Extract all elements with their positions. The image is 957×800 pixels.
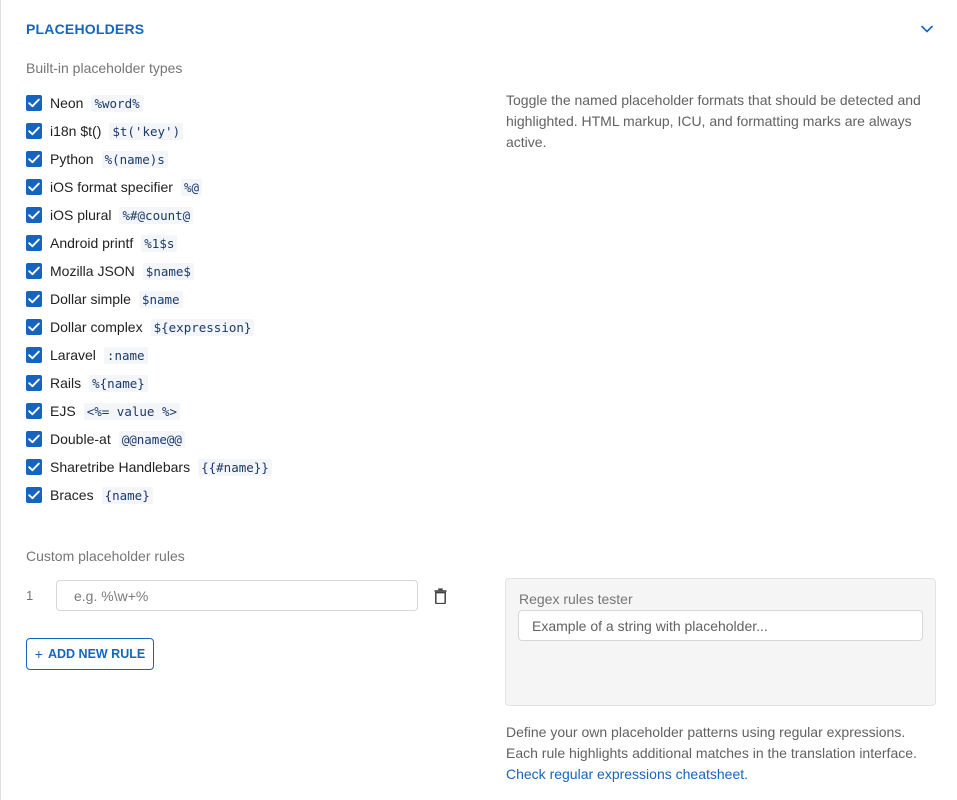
placeholder-type-label: Laravel <box>50 347 96 363</box>
rule-index: 1 <box>26 588 34 603</box>
checkmark-icon <box>28 462 40 472</box>
checkmark-icon <box>28 322 40 332</box>
checkmark-icon <box>28 154 40 164</box>
placeholder-type-label: Neon <box>50 95 84 111</box>
placeholder-type-label: Mozilla JSON <box>50 263 135 279</box>
placeholder-type-checkbox[interactable] <box>26 487 42 503</box>
placeholder-type-row[interactable]: EJS <%= value %> <box>26 397 272 425</box>
placeholder-type-example: $t('key') <box>109 122 184 140</box>
custom-help-line-1: Define your own placeholder patterns usi… <box>506 724 906 740</box>
checkmark-icon <box>28 294 40 304</box>
custom-help-line-2: Each rule highlights additional matches … <box>506 745 917 761</box>
placeholder-type-example: %1$s <box>141 234 178 252</box>
placeholder-type-example: @@name@@ <box>118 430 185 448</box>
regex-tester-label: Regex rules tester <box>519 591 633 607</box>
checkmark-icon <box>28 378 40 388</box>
placeholders-settings-panel: PLACEHOLDERS Built-in placeholder types … <box>0 0 957 800</box>
placeholder-type-checkbox[interactable] <box>26 179 42 195</box>
add-new-rule-label: ADD NEW RULE <box>47 647 146 661</box>
placeholder-type-example: %(name)s <box>101 150 168 168</box>
placeholder-type-checkbox[interactable] <box>26 207 42 223</box>
placeholder-type-example: %word% <box>91 94 143 112</box>
placeholder-type-example: {{#name}} <box>198 458 272 476</box>
checkmark-icon <box>28 210 40 220</box>
placeholder-type-row[interactable]: Neon %word% <box>26 89 272 117</box>
placeholder-type-label: Rails <box>50 375 82 391</box>
placeholder-type-example: %#@count@ <box>119 206 194 224</box>
placeholder-type-example: ${expression} <box>150 318 255 336</box>
placeholder-type-label: Braces <box>50 487 94 503</box>
placeholder-type-label: i18n $t() <box>50 123 102 139</box>
regex-tester-input[interactable] <box>518 610 923 641</box>
placeholder-type-label: Android printf <box>50 235 134 251</box>
checkmark-icon <box>28 490 40 500</box>
placeholder-type-example: {name} <box>101 486 153 504</box>
checkmark-icon <box>28 434 40 444</box>
custom-rules-heading: Custom placeholder rules <box>26 548 185 564</box>
placeholder-type-checkbox[interactable] <box>26 347 42 363</box>
placeholder-type-row[interactable]: i18n $t() $t('key') <box>26 117 272 145</box>
placeholder-type-row[interactable]: Laravel :name <box>26 341 272 369</box>
checkmark-icon <box>28 98 40 108</box>
placeholder-type-row[interactable]: Mozilla JSON $name$ <box>26 257 272 285</box>
placeholder-type-row[interactable]: iOS format specifier %@ <box>26 173 272 201</box>
placeholder-type-example: <%= value %> <box>83 402 180 420</box>
placeholder-type-row[interactable]: Double-at @@name@@ <box>26 425 272 453</box>
placeholder-type-row[interactable]: Dollar simple $name <box>26 285 272 313</box>
placeholder-type-example: :name <box>103 346 148 364</box>
placeholder-type-checkbox[interactable] <box>26 263 42 279</box>
checkmark-icon <box>28 182 40 192</box>
placeholder-type-example: $name <box>138 290 183 308</box>
placeholder-type-example: %{name} <box>89 374 148 392</box>
placeholder-type-row[interactable]: Dollar complex ${expression} <box>26 313 272 341</box>
placeholder-type-checkbox[interactable] <box>26 291 42 307</box>
builtin-types-description: Toggle the named placeholder formats tha… <box>506 92 921 150</box>
placeholder-type-row[interactable]: Sharetribe Handlebars {{#name}} <box>26 453 272 481</box>
placeholder-type-label: iOS format specifier <box>50 179 173 195</box>
section-title: PLACEHOLDERS <box>26 21 145 37</box>
placeholder-type-label: EJS <box>50 403 76 419</box>
regex-rules-tester: Regex rules tester <box>505 578 936 706</box>
checkmark-icon <box>28 238 40 248</box>
placeholder-type-label: iOS plural <box>50 207 112 223</box>
placeholder-type-checkbox[interactable] <box>26 95 42 111</box>
placeholder-type-row[interactable]: Rails %{name} <box>26 369 272 397</box>
custom-rules-description: Define your own placeholder patterns usi… <box>506 722 936 785</box>
placeholder-type-checkbox[interactable] <box>26 431 42 447</box>
placeholder-type-row[interactable]: Braces {name} <box>26 481 272 509</box>
placeholder-type-label: Dollar complex <box>50 319 143 335</box>
placeholder-type-checkbox[interactable] <box>26 459 42 475</box>
placeholder-type-row[interactable]: Android printf %1$s <box>26 229 272 257</box>
placeholder-type-label: Sharetribe Handlebars <box>50 459 191 475</box>
custom-rule-row: 1 <box>26 580 448 611</box>
add-new-rule-button[interactable]: + ADD NEW RULE <box>26 638 154 670</box>
checkmark-icon <box>28 406 40 416</box>
checkmark-icon <box>28 126 40 136</box>
trash-icon[interactable] <box>432 587 448 605</box>
rule-pattern-input[interactable] <box>56 580 418 611</box>
placeholder-type-checkbox[interactable] <box>26 403 42 419</box>
placeholder-type-example: %@ <box>180 178 202 196</box>
checkmark-icon <box>28 266 40 276</box>
regex-cheatsheet-link[interactable]: Check regular expressions cheatsheet. <box>506 766 748 782</box>
builtin-types-list: Neon %word% i18n $t() $t('key') Python %(name… <box>26 89 272 509</box>
placeholder-type-row[interactable]: iOS plural %#@count@ <box>26 201 272 229</box>
placeholder-type-checkbox[interactable] <box>26 235 42 251</box>
placeholder-type-checkbox[interactable] <box>26 151 42 167</box>
placeholder-type-label: Dollar simple <box>50 291 131 307</box>
builtin-types-heading: Built-in placeholder types <box>26 60 183 76</box>
chevron-up-icon[interactable] <box>918 20 936 38</box>
placeholder-type-row[interactable]: Python %(name)s <box>26 145 272 173</box>
placeholder-type-checkbox[interactable] <box>26 123 42 139</box>
plus-icon: + <box>34 646 43 662</box>
placeholder-type-checkbox[interactable] <box>26 375 42 391</box>
checkmark-icon <box>28 350 40 360</box>
section-header[interactable]: PLACEHOLDERS <box>26 19 938 39</box>
placeholder-type-example: $name$ <box>142 262 194 280</box>
placeholder-type-label: Python <box>50 151 94 167</box>
placeholder-type-checkbox[interactable] <box>26 319 42 335</box>
placeholder-type-label: Double-at <box>50 431 111 447</box>
